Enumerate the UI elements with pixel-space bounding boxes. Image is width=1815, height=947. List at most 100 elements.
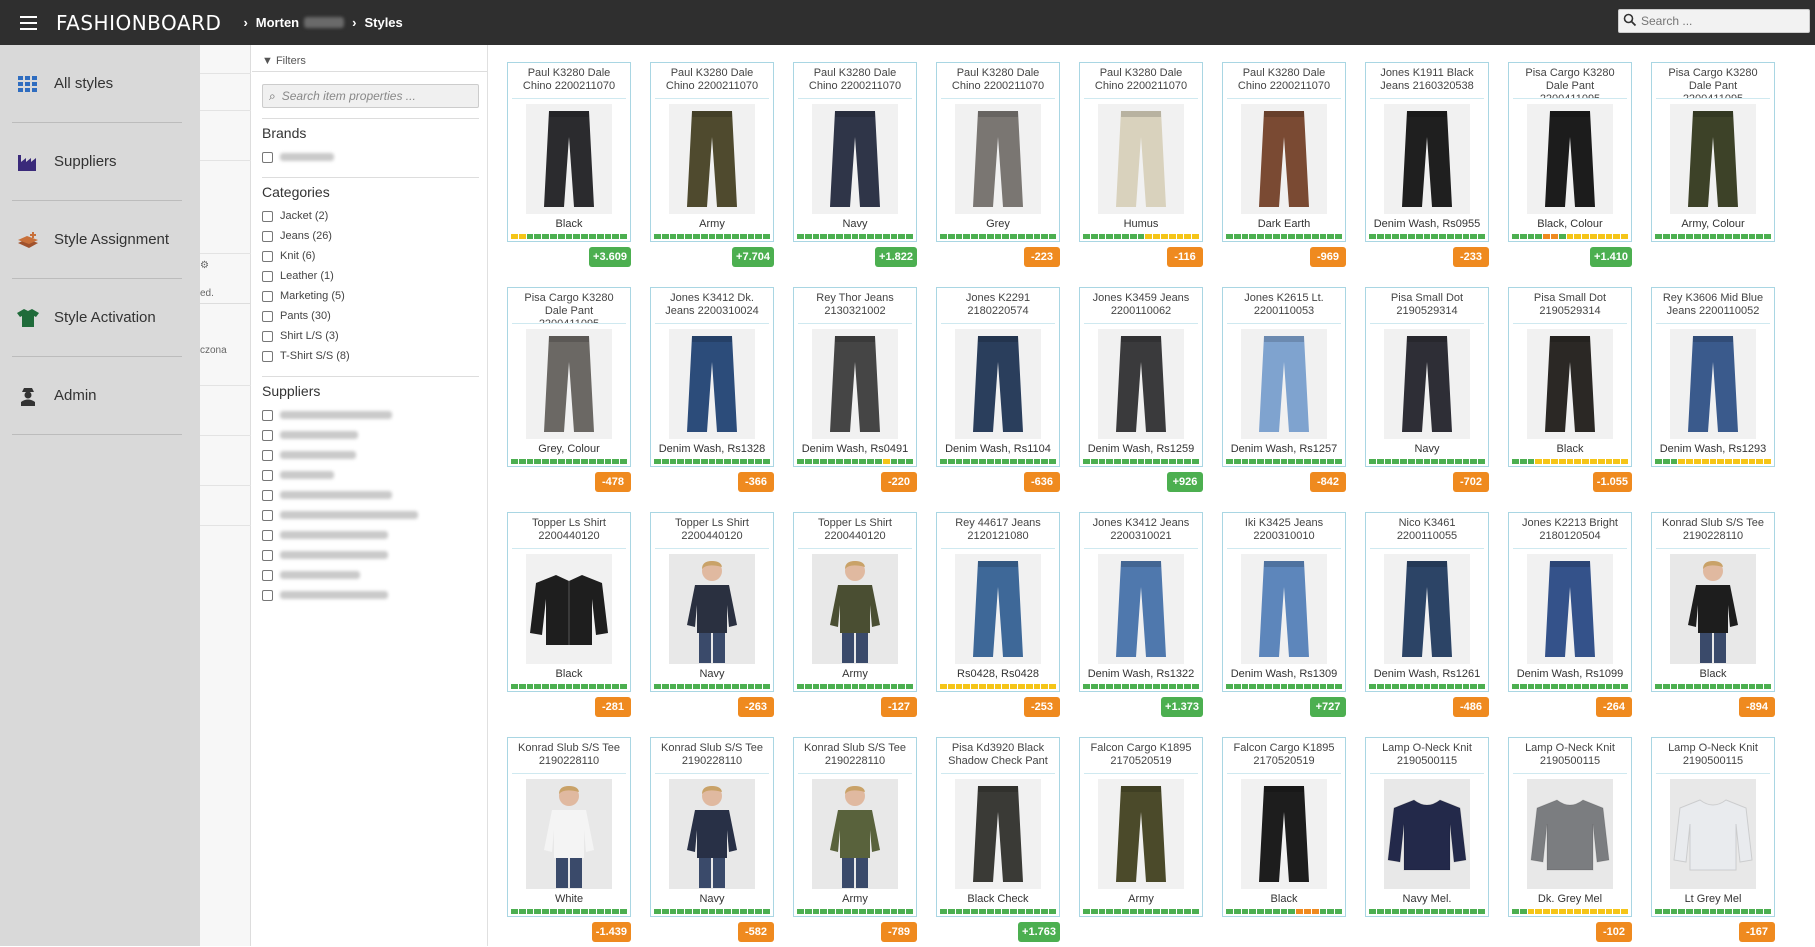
style-card-box[interactable]: Konrad Slub S/S Tee 2190228110 White	[507, 737, 631, 917]
style-card[interactable]: Rey 44617 Jeans 2120121080 Rs0428, Rs0428…	[936, 512, 1060, 722]
product-image[interactable]	[1241, 554, 1327, 664]
product-image[interactable]	[1527, 329, 1613, 439]
checkbox[interactable]	[262, 489, 273, 501]
product-image[interactable]	[1241, 779, 1327, 889]
style-card-box[interactable]: Paul K3280 Dale Chino 2200211070 Dark Ear…	[1222, 62, 1346, 242]
checkbox[interactable]	[262, 429, 273, 441]
checkbox[interactable]	[262, 509, 273, 521]
product-image[interactable]	[955, 779, 1041, 889]
style-card-box[interactable]: Jones K3412 Dk. Jeans 2200310024 Denim Wa…	[650, 287, 774, 467]
product-image[interactable]	[812, 779, 898, 889]
style-card-box[interactable]: Paul K3280 Dale Chino 2200211070 Navy	[793, 62, 917, 242]
product-image[interactable]	[669, 104, 755, 214]
checkbox[interactable]	[262, 469, 273, 481]
style-card[interactable]: Rey Thor Jeans 2130321002 Denim Wash, Rs0…	[793, 287, 917, 497]
checkbox[interactable]	[262, 250, 273, 262]
product-image[interactable]	[1527, 779, 1613, 889]
product-image[interactable]	[1384, 554, 1470, 664]
style-card-box[interactable]: Jones K1911 Black Jeans 2160320538 Denim …	[1365, 62, 1489, 242]
category-option[interactable]: Pants (30)	[262, 306, 479, 326]
checkbox[interactable]	[262, 330, 273, 342]
product-image[interactable]	[1670, 554, 1756, 664]
supplier-option[interactable]	[262, 505, 479, 525]
product-image[interactable]	[1098, 554, 1184, 664]
style-card[interactable]: Konrad Slub S/S Tee 2190228110 Black -894	[1651, 512, 1775, 722]
style-card-box[interactable]: Paul K3280 Dale Chino 2200211070 Humus	[1079, 62, 1203, 242]
style-card-box[interactable]: Pisa Small Dot 2190529314 Navy	[1365, 287, 1489, 467]
style-card[interactable]: Falcon Cargo K1895 2170520519 Black	[1222, 737, 1346, 947]
category-option[interactable]: Knit (6)	[262, 246, 479, 266]
style-card-box[interactable]: Lamp O-Neck Knit 2190500115 Navy Mel.	[1365, 737, 1489, 917]
style-card[interactable]: Konrad Slub S/S Tee 2190228110 Army -789	[793, 737, 917, 947]
checkbox[interactable]	[262, 151, 273, 163]
category-option[interactable]: Jeans (26)	[262, 226, 479, 246]
supplier-option[interactable]	[262, 485, 479, 505]
product-image[interactable]	[669, 329, 755, 439]
nav-style-activation[interactable]: Style Activation	[0, 279, 200, 356]
product-image[interactable]	[526, 554, 612, 664]
style-card[interactable]: Pisa Cargo K3280 Dale Pant 2200411095 Arm…	[1651, 62, 1775, 272]
product-image[interactable]	[1670, 329, 1756, 439]
product-image[interactable]	[526, 104, 612, 214]
global-search-input[interactable]	[1641, 14, 1801, 28]
style-card-box[interactable]: Jones K2213 Bright 2180120504 Denim Wash,…	[1508, 512, 1632, 692]
product-image[interactable]	[526, 329, 612, 439]
style-card[interactable]: Paul K3280 Dale Chino 2200211070 Humus -11…	[1079, 62, 1203, 272]
checkbox[interactable]	[262, 409, 273, 421]
checkbox[interactable]	[262, 310, 273, 322]
checkbox[interactable]	[262, 529, 273, 541]
style-card-box[interactable]: Jones K2615 Lt. 2200110053 Denim Wash, Rs…	[1222, 287, 1346, 467]
style-card-box[interactable]: Iki K3425 Jeans 2200310010 Denim Wash, Rs…	[1222, 512, 1346, 692]
product-image[interactable]	[812, 104, 898, 214]
style-card[interactable]: Jones K1911 Black Jeans 2160320538 Denim …	[1365, 62, 1489, 272]
style-card-box[interactable]: Lamp O-Neck Knit 2190500115 Dk. Grey Mel	[1508, 737, 1632, 917]
style-card-box[interactable]: Topper Ls Shirt 2200440120 Army	[793, 512, 917, 692]
product-image[interactable]	[955, 329, 1041, 439]
checkbox[interactable]	[262, 569, 273, 581]
style-card-box[interactable]: Jones K2291 2180220574 Denim Wash, Rs1104	[936, 287, 1060, 467]
supplier-option[interactable]	[262, 565, 479, 585]
product-image[interactable]	[1384, 329, 1470, 439]
checkbox[interactable]	[262, 230, 273, 242]
style-card[interactable]: Pisa Small Dot 2190529314 Black -1.055	[1508, 287, 1632, 497]
category-option[interactable]: T-Shirt S/S (8)	[262, 346, 479, 366]
style-card[interactable]: Jones K2615 Lt. 2200110053 Denim Wash, Rs…	[1222, 287, 1346, 497]
style-card[interactable]: Rey K3606 Mid Blue Jeans 2200110052 Denim…	[1651, 287, 1775, 497]
filter-search-input[interactable]: ⌕ Search item properties ...	[262, 84, 479, 108]
style-card[interactable]: Lamp O-Neck Knit 2190500115 Lt Grey Mel -1…	[1651, 737, 1775, 947]
style-card-box[interactable]: Paul K3280 Dale Chino 2200211070 Black	[507, 62, 631, 242]
checkbox[interactable]	[262, 210, 273, 222]
style-card-box[interactable]: Falcon Cargo K1895 2170520519 Black	[1222, 737, 1346, 917]
product-image[interactable]	[526, 779, 612, 889]
breadcrumb-user[interactable]: Morten	[256, 15, 299, 30]
style-card-box[interactable]: Topper Ls Shirt 2200440120 Black	[507, 512, 631, 692]
style-card[interactable]: Paul K3280 Dale Chino 2200211070 Dark Ear…	[1222, 62, 1346, 272]
style-card[interactable]: Pisa Small Dot 2190529314 Navy -702	[1365, 287, 1489, 497]
style-card[interactable]: Iki K3425 Jeans 2200310010 Denim Wash, Rs…	[1222, 512, 1346, 722]
checkbox[interactable]	[262, 350, 273, 362]
category-option[interactable]: Marketing (5)	[262, 286, 479, 306]
style-card[interactable]: Lamp O-Neck Knit 2190500115 Dk. Grey Mel -…	[1508, 737, 1632, 947]
style-card-box[interactable]: Konrad Slub S/S Tee 2190228110 Navy	[650, 737, 774, 917]
product-image[interactable]	[1527, 104, 1613, 214]
supplier-option[interactable]	[262, 405, 479, 425]
nav-admin[interactable]: Admin	[0, 357, 200, 434]
style-card-box[interactable]: Rey Thor Jeans 2130321002 Denim Wash, Rs0…	[793, 287, 917, 467]
category-option[interactable]: Leather (1)	[262, 266, 479, 286]
style-card[interactable]: Paul K3280 Dale Chino 2200211070 Navy +1.8…	[793, 62, 917, 272]
product-image[interactable]	[812, 329, 898, 439]
product-image[interactable]	[1241, 329, 1327, 439]
supplier-option[interactable]	[262, 585, 479, 605]
style-card-box[interactable]: Pisa Cargo K3280 Dale Pant 2200411095 Arm…	[1651, 62, 1775, 242]
product-image[interactable]	[1527, 554, 1613, 664]
style-card[interactable]: Jones K3412 Dk. Jeans 2200310024 Denim Wa…	[650, 287, 774, 497]
style-card[interactable]: Topper Ls Shirt 2200440120 Army -127	[793, 512, 917, 722]
style-card[interactable]: Nico K3461 2200110055 Denim Wash, Rs1261 -…	[1365, 512, 1489, 722]
app-title[interactable]: FASHIONBOARD	[56, 11, 221, 35]
product-image[interactable]	[1384, 779, 1470, 889]
style-card-box[interactable]: Pisa Cargo K3280 Dale Pant 2200411095 Gre…	[507, 287, 631, 467]
product-image[interactable]	[1670, 104, 1756, 214]
checkbox[interactable]	[262, 589, 273, 601]
product-image[interactable]	[669, 779, 755, 889]
style-card[interactable]: Topper Ls Shirt 2200440120 Black -281	[507, 512, 631, 722]
